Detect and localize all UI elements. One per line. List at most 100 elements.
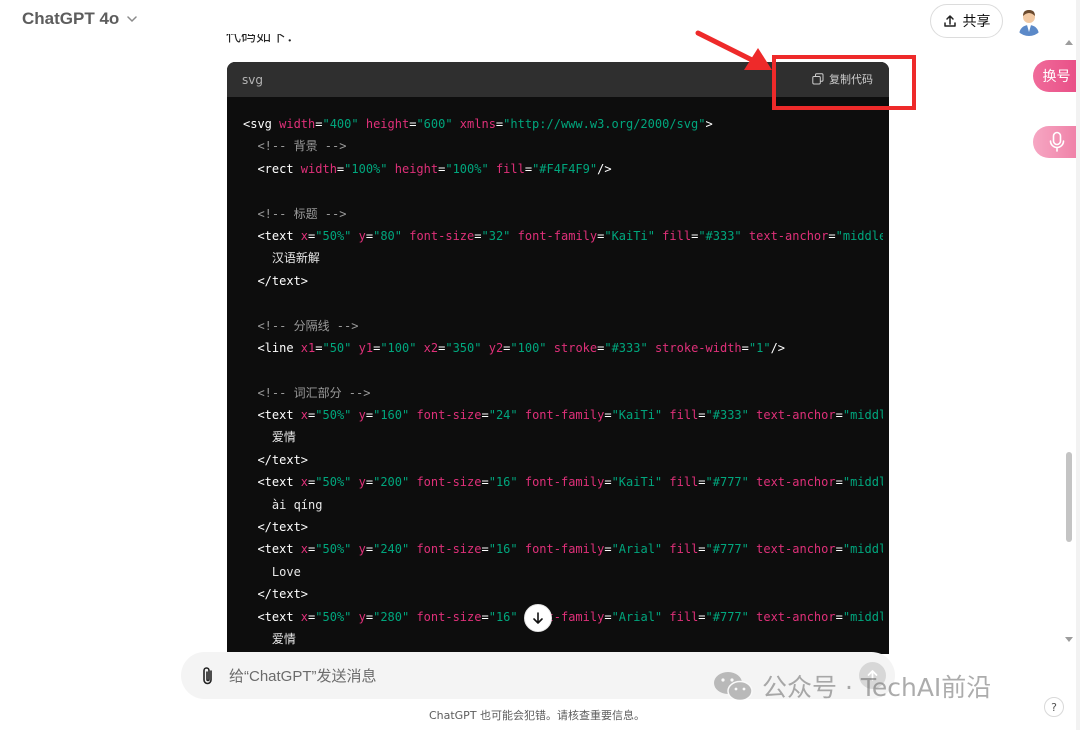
code-token: = <box>835 542 843 557</box>
page-scrollbar[interactable] <box>1064 40 1074 650</box>
code-token: = <box>604 475 612 490</box>
scroll-up-arrow-icon[interactable] <box>1065 40 1073 45</box>
code-token: = <box>604 542 612 557</box>
paperclip-icon <box>203 667 212 685</box>
code-token: > <box>705 117 713 131</box>
partial-message-text: 代码如下： <box>226 34 302 45</box>
user-avatar[interactable] <box>1014 6 1044 36</box>
code-token: "200" <box>373 475 410 490</box>
chevron-down-icon <box>127 16 138 23</box>
code-line: <!-- 背景 --> <box>243 135 883 157</box>
code-token: "50%" <box>315 609 352 624</box>
code-token: fill <box>662 228 692 243</box>
code-token: x <box>300 228 309 243</box>
code-token: "#F4F4F9" <box>532 161 598 176</box>
code-token: = <box>365 408 374 423</box>
code-token: "Arial" <box>611 609 663 624</box>
code-token: "#777" <box>705 542 749 557</box>
code-token: text-anchor <box>756 408 836 423</box>
code-token: </text> <box>243 587 309 602</box>
code-token: "KaiTi" <box>604 228 655 243</box>
code-token: "16" <box>488 609 518 624</box>
code-token: = <box>524 161 533 176</box>
help-button[interactable]: ? <box>1044 697 1064 717</box>
code-line: <rect width="100%" height="100%" fill="#… <box>243 158 883 180</box>
code-token: "#333" <box>705 408 749 423</box>
code-line: ài qíng <box>243 494 883 516</box>
code-token: <!-- 背景 --> <box>243 139 347 154</box>
code-token: </text> <box>243 452 309 467</box>
code-token: <text <box>243 408 301 423</box>
share-button[interactable]: 共享 <box>930 4 1003 38</box>
code-token: "middle" <box>842 542 883 557</box>
code-token: "50%" <box>315 475 352 490</box>
code-token: x2 <box>423 340 439 355</box>
attach-button[interactable] <box>197 665 219 687</box>
code-token: fill <box>669 609 699 624</box>
code-token: "middle" <box>842 475 883 490</box>
model-selector[interactable]: ChatGPT 4o <box>22 9 139 29</box>
code-token: <text <box>243 475 301 490</box>
code-token: = <box>698 609 706 624</box>
code-token: <line <box>243 340 301 355</box>
code-token: = <box>698 408 706 423</box>
upload-icon <box>943 15 956 27</box>
scroll-to-bottom-button[interactable] <box>524 604 552 632</box>
code-line: <!-- 标题 --> <box>243 203 883 225</box>
code-token: font-size <box>416 475 482 490</box>
code-token: y <box>358 228 366 243</box>
model-name: ChatGPT 4o <box>22 9 120 28</box>
code-token: "160" <box>373 408 410 423</box>
code-token: font-size <box>416 408 482 423</box>
code-content: <svg width = "400" height = "600" xmlns = "htt… <box>243 113 883 650</box>
code-token: x1 <box>300 340 316 355</box>
code-token: xmlns <box>459 117 496 131</box>
code-token: x <box>300 609 309 624</box>
code-token: = <box>365 609 374 624</box>
code-token: stroke-width <box>654 340 742 355</box>
code-token: "600" <box>416 117 453 131</box>
code-token: fill <box>669 475 699 490</box>
code-token: <!-- 分隔线 --> <box>243 318 359 333</box>
code-token: "280" <box>373 609 410 624</box>
code-token: width <box>279 117 316 131</box>
code-token: height <box>365 117 410 131</box>
code-token: "100%" <box>344 161 388 176</box>
code-token: "50%" <box>315 542 352 557</box>
code-token: 爱情 <box>243 631 296 646</box>
code-token: 汉语新解 <box>243 251 320 266</box>
code-block: svg 复制代码 <svg width="400" height="600" x… <box>227 62 889 654</box>
code-token: "KaiTi" <box>611 475 663 490</box>
code-token: = <box>474 228 482 243</box>
code-token: "50%" <box>315 408 352 423</box>
code-token: = <box>698 475 706 490</box>
code-token: text-anchor <box>748 228 829 243</box>
annotation-arrow-icon <box>695 30 772 70</box>
code-token: "400" <box>322 117 359 131</box>
code-token: text-anchor <box>756 542 836 557</box>
code-token: "#777" <box>705 609 749 624</box>
code-token: = <box>365 228 374 243</box>
code-token: = <box>481 408 489 423</box>
scrollbar-thumb[interactable] <box>1066 452 1072 542</box>
code-token: "32" <box>481 228 511 243</box>
code-token: "#333" <box>604 340 648 355</box>
code-token: text-anchor <box>756 609 836 624</box>
scroll-down-arrow-icon[interactable] <box>1065 637 1073 642</box>
code-token: = <box>835 408 843 423</box>
code-token: x <box>300 542 309 557</box>
code-token: font-size <box>409 228 475 243</box>
code-token: "50%" <box>315 228 352 243</box>
code-token: fill <box>495 161 525 176</box>
